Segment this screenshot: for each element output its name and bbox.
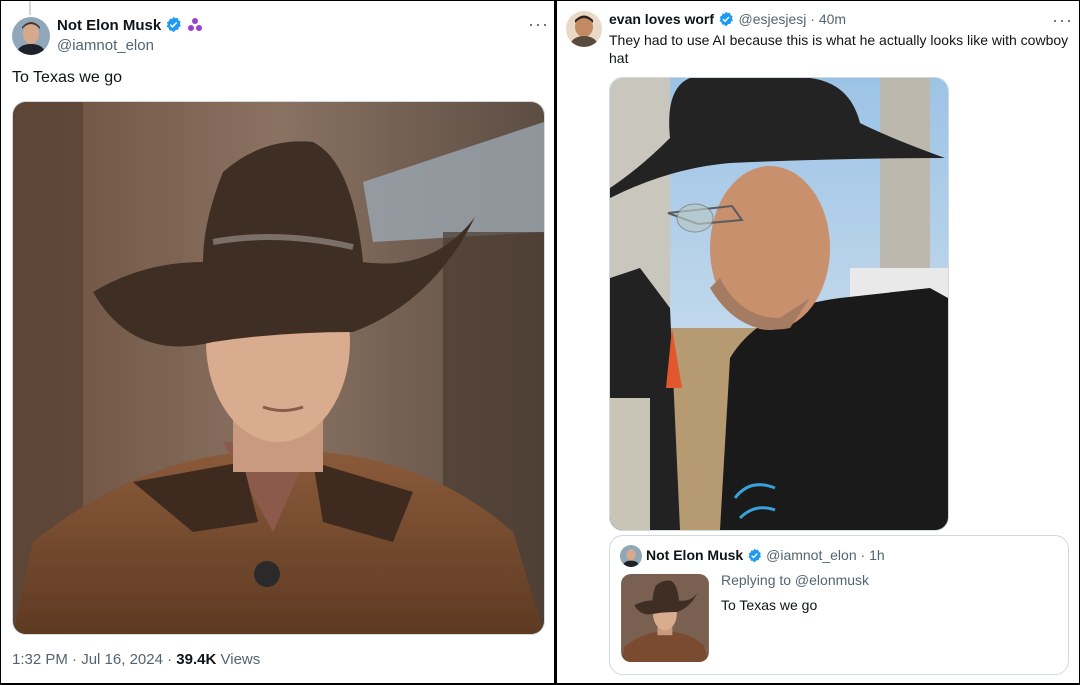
cowboy-portrait-thumbnail bbox=[621, 574, 709, 662]
quote-thumbnail[interactable] bbox=[621, 574, 709, 662]
views-count: 39.4K bbox=[176, 651, 217, 668]
verified-badge-icon bbox=[165, 16, 182, 38]
views-label: Views bbox=[220, 651, 261, 668]
author-handle[interactable]: @iamnot_elon bbox=[57, 37, 154, 54]
tweet-text: They had to use AI because this is what … bbox=[609, 32, 1069, 66]
avatar[interactable] bbox=[566, 11, 602, 47]
verified-badge-icon bbox=[747, 548, 762, 566]
tweet-text: To Texas we go bbox=[12, 69, 122, 86]
more-options-icon[interactable]: ··· bbox=[528, 15, 549, 33]
author-name[interactable]: Not Elon Musk bbox=[57, 17, 161, 34]
thread-line bbox=[29, 1, 31, 15]
more-options-icon[interactable]: ··· bbox=[1052, 11, 1073, 29]
affiliate-badge-icon bbox=[187, 17, 203, 38]
quote-author-name[interactable]: Not Elon Musk bbox=[646, 547, 743, 563]
tweet-meta: 1:32 PM · Jul 16, 2024 · 39.4K Views bbox=[12, 651, 261, 668]
left-tweet: Not Elon Musk @iamnot_elon ··· To Texas … bbox=[1, 1, 554, 683]
tweet-date[interactable]: Jul 16, 2024 bbox=[81, 651, 163, 668]
right-tweet: evan loves worf @esjesjesj · 40m ··· The… bbox=[557, 1, 1079, 683]
real-photo-image bbox=[610, 78, 948, 530]
author-name[interactable]: evan loves worf bbox=[609, 11, 714, 27]
tweet-image[interactable] bbox=[609, 77, 949, 531]
quote-age[interactable]: 1h bbox=[869, 547, 885, 563]
tweet-age[interactable]: 40m bbox=[819, 11, 846, 27]
author-handle[interactable]: @esjesjesj bbox=[739, 11, 807, 27]
tweet-image[interactable] bbox=[12, 101, 545, 635]
replying-to[interactable]: Replying to @elonmusk bbox=[721, 572, 869, 588]
verified-badge-icon bbox=[718, 11, 734, 32]
quote-author-handle[interactable]: @iamnot_elon bbox=[766, 547, 857, 563]
quoted-tweet[interactable]: Not Elon Musk @iamnot_elon · 1h Replying… bbox=[609, 535, 1069, 675]
cowboy-portrait-image bbox=[13, 102, 544, 634]
tweet-time[interactable]: 1:32 PM bbox=[12, 651, 68, 668]
quote-text: To Texas we go bbox=[721, 597, 818, 613]
avatar[interactable] bbox=[12, 17, 50, 55]
quote-avatar[interactable] bbox=[620, 545, 642, 567]
